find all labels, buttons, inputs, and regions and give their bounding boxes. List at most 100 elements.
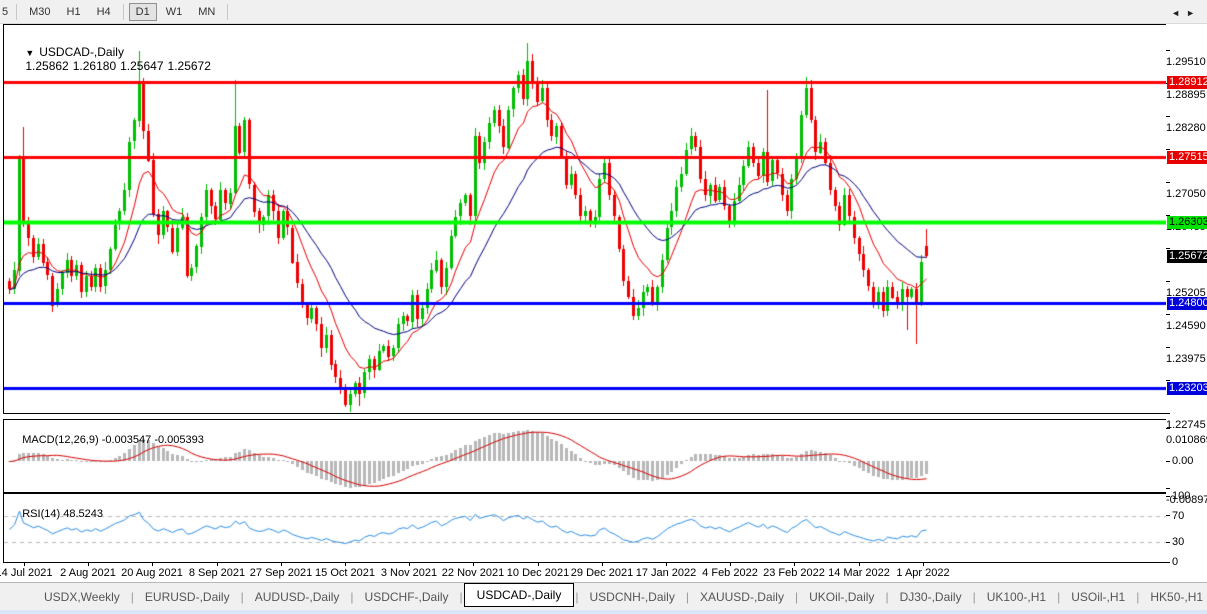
tab-dj30-daily[interactable]: DJ30-,Daily	[890, 586, 972, 608]
timeframe-button-d1[interactable]: D1	[128, 2, 157, 21]
ohlc-open: 1.25862	[25, 59, 69, 73]
tab-separator: |	[1057, 589, 1061, 604]
tab-hk50-h1[interactable]: HK50-,H1	[1140, 586, 1207, 608]
indicator-axis-label: 100	[1166, 490, 1207, 502]
tick-mark	[1166, 346, 1170, 348]
tick-mark	[1166, 49, 1170, 51]
tab-separator: |	[459, 589, 463, 604]
tab-separator: |	[130, 589, 134, 604]
tick-mark	[1166, 181, 1170, 183]
timeframe-button-mn[interactable]: MN	[191, 3, 222, 21]
tab-separator: |	[350, 589, 354, 604]
date-tick-mark	[88, 563, 89, 566]
tab-scroll-right-icon[interactable]: ►	[1186, 8, 1201, 18]
tick-mark	[1166, 280, 1170, 282]
ohlc-high: 1.26180	[72, 59, 117, 73]
tab-usdx-weekly[interactable]: USDX,Weekly	[34, 586, 130, 608]
tick-mark	[1166, 148, 1170, 150]
tab-usdchf-daily[interactable]: USDCHF-,Daily	[355, 586, 459, 608]
indicator-axis-label: 30	[1166, 536, 1207, 548]
tab-separator: |	[1136, 589, 1140, 604]
timeframe-button-h1[interactable]: H1	[60, 3, 88, 21]
price-axis: 1.295101.288951.282801.276651.270501.264…	[1166, 24, 1207, 568]
date-label: 15 Oct 2021	[315, 567, 375, 579]
chart-dropdown-icon[interactable]: ▼	[25, 48, 34, 58]
tab-separator: |	[794, 589, 799, 604]
tab-usdcnh-daily[interactable]: USDCNH-,Daily	[579, 586, 684, 608]
indicator-axis-label: 0	[1166, 556, 1207, 568]
date-tick-mark	[217, 563, 218, 566]
price-tick-label: 1.22745	[1166, 407, 1207, 431]
tab-scroll-arrows: ◄►	[1171, 8, 1201, 18]
date-tick-mark	[473, 563, 474, 566]
tab-separator: |	[972, 589, 976, 604]
date-tick-mark	[281, 563, 282, 566]
date-label: 4 Feb 2022	[702, 567, 758, 579]
tick-mark	[1166, 561, 1170, 563]
tab-usdcad-daily[interactable]: USDCAD-,Daily	[463, 583, 575, 607]
price-badge: 1.23203	[1167, 382, 1207, 395]
price-badge: 1.24800	[1167, 297, 1207, 310]
tab-xauusd-daily[interactable]: XAUUSD-,Daily	[690, 586, 794, 608]
date-tick-mark	[538, 563, 539, 566]
date-label: 14 Jul 2021	[0, 567, 53, 579]
timeframe-button-h4[interactable]: H4	[90, 3, 118, 21]
tick-mark	[1166, 412, 1170, 414]
date-label: 2 Aug 2021	[60, 567, 116, 579]
toolbar-separator	[227, 3, 229, 20]
timeframe-button-partial[interactable]: 5	[0, 3, 12, 21]
tick-mark	[1166, 515, 1170, 517]
tab-separator: |	[240, 589, 244, 604]
timeframe-button-m30[interactable]: M30	[22, 3, 57, 21]
price-badge: 1.26303	[1167, 216, 1207, 229]
tab-ukoil-daily[interactable]: UKOil-,Daily	[799, 586, 884, 608]
indicator-axis-label: 70	[1166, 510, 1207, 522]
ohlc-close: 1.25672	[167, 59, 211, 73]
price-tick-label: 1.25205	[1166, 275, 1207, 299]
chart-title: ▼ USDCAD-,Daily 1.25862 1.26180 1.25647 1.25…	[12, 31, 215, 87]
trading-terminal-window: 5 M30 H1 H4 D1 W1 MN ▼ USDCAD-,Daily 1.25862 1…	[0, 0, 1207, 614]
tab-audusd-daily[interactable]: AUDUSD-,Daily	[245, 586, 350, 608]
date-tick-mark	[859, 563, 860, 566]
date-label: 3 Nov 2021	[380, 567, 438, 579]
date-label: 20 Aug 2021	[121, 567, 183, 579]
timeframe-button-w1[interactable]: W1	[159, 3, 190, 21]
tab-usoil-h1[interactable]: USOil-,H1	[1061, 586, 1135, 608]
date-tick-mark	[24, 563, 25, 566]
date-label: 27 Sep 2021	[249, 567, 313, 579]
timeframe-toolbar: 5 M30 H1 H4 D1 W1 MN	[0, 0, 1207, 24]
date-label: 22 Nov 2021	[441, 567, 505, 579]
tab-uk100-h1[interactable]: UK100-,H1	[977, 586, 1056, 608]
timeframe-group: D1 W1 MN	[128, 2, 224, 21]
tick-mark	[1166, 313, 1170, 315]
price-tick-label: 1.23975	[1166, 341, 1207, 365]
tick-mark	[1166, 541, 1170, 543]
date-tick-mark	[730, 563, 731, 566]
tick-mark	[1166, 487, 1170, 489]
chart-symbol-label: USDCAD-,Daily	[39, 45, 124, 59]
tick-mark	[1166, 115, 1170, 117]
tick-mark	[1166, 427, 1170, 429]
tab-eurusd-daily[interactable]: EURUSD-,Daily	[135, 586, 240, 608]
ohlc-low: 1.25647	[120, 59, 164, 73]
date-tick-mark	[345, 563, 346, 566]
window-bottom-strip	[0, 610, 1207, 614]
timeframe-group: M30 H1 H4	[21, 6, 119, 18]
date-label: 10 Dec 2021	[506, 567, 570, 579]
tab-separator: |	[575, 589, 579, 604]
date-tick-mark	[152, 563, 153, 566]
date-tick-mark	[602, 563, 603, 566]
tick-mark	[1166, 379, 1170, 381]
price-badge: 1.25672	[1167, 250, 1207, 263]
toolbar-separator	[122, 3, 124, 20]
date-tick-mark	[794, 563, 795, 566]
toolbar-separator	[16, 3, 18, 20]
tab-separator: |	[885, 589, 889, 604]
tick-mark	[1166, 495, 1170, 497]
indicator-axis-label: 0.00	[1166, 455, 1207, 467]
tick-mark	[1166, 460, 1170, 462]
tab-scroll-left-icon[interactable]: ◄	[1171, 8, 1186, 18]
price-tick-label: 1.28280	[1166, 110, 1207, 134]
date-label: 23 Feb 2022	[763, 567, 825, 579]
rsi-indicator-canvas[interactable]	[4, 494, 1166, 562]
